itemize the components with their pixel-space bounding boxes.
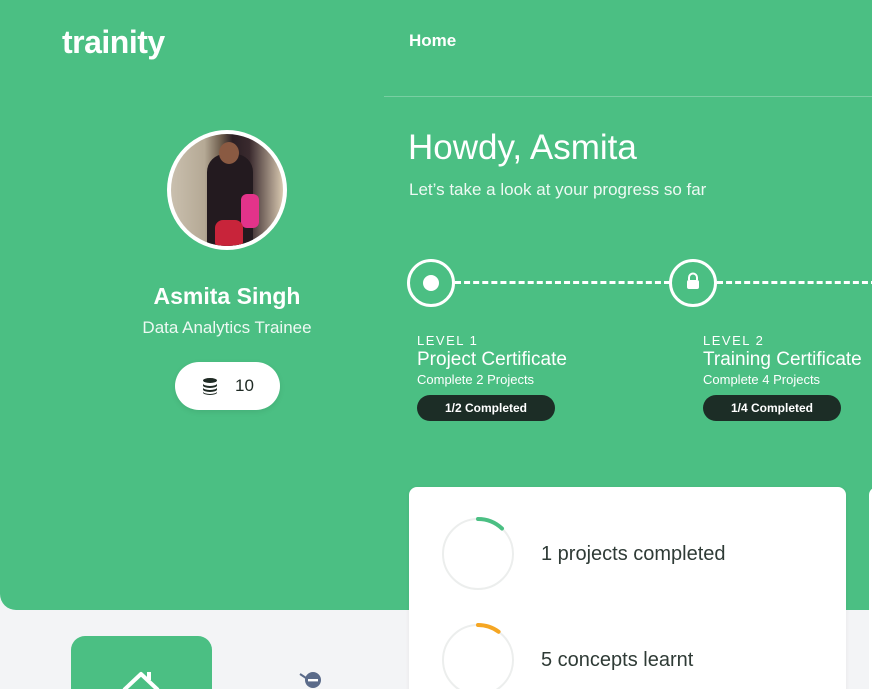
home-icon[interactable]	[121, 670, 161, 689]
nav-divider	[384, 96, 872, 97]
brand-logo[interactable]: trainity	[62, 24, 165, 61]
greeting-title: Howdy, Asmita	[408, 128, 637, 167]
level-status-badge: 1/2 Completed	[417, 395, 555, 421]
avatar-photo	[171, 134, 283, 246]
projects-progress-ring	[441, 517, 515, 591]
stat-label: 1 projects completed	[541, 542, 726, 565]
level-status-badge: 1/4 Completed	[703, 395, 841, 421]
avatar	[167, 130, 287, 250]
greeting-subtitle: Let’s take a look at your progress so fa…	[409, 180, 707, 199]
coins-badge[interactable]: 10	[175, 362, 280, 410]
stats-card: 1 projects completed 5 concepts learnt	[409, 487, 846, 689]
concepts-progress-ring	[441, 623, 515, 689]
level-1-node	[407, 259, 455, 307]
level-2-node	[669, 259, 717, 307]
level-desc: Complete 2 Projects	[417, 372, 535, 387]
progress-connector	[455, 281, 670, 284]
level-desc: Complete 4 Projects	[703, 372, 821, 387]
profile-role: Data Analytics Trainee	[142, 318, 312, 337]
coins-stack-icon	[201, 377, 219, 395]
stat-concepts: 5 concepts learnt	[441, 623, 693, 689]
target-icon[interactable]	[298, 668, 324, 689]
level-title: Project Certificate	[417, 349, 567, 370]
level-tag: LEVEL 2	[703, 333, 765, 348]
coins-count: 10	[235, 376, 254, 395]
stat-label: 5 concepts learnt	[541, 648, 694, 671]
level-tag: LEVEL 1	[417, 333, 479, 348]
lock-icon	[685, 272, 701, 295]
level-2-card: LEVEL 2 Training Certificate Complete 4 …	[703, 333, 862, 421]
profile-name: Asmita Singh	[153, 283, 301, 309]
level-title: Training Certificate	[703, 349, 862, 370]
level-1-card: LEVEL 1 Project Certificate Complete 2 P…	[417, 333, 567, 421]
stat-projects: 1 projects completed	[441, 517, 726, 591]
current-dot-icon	[423, 275, 439, 291]
nav-home-link[interactable]: Home	[409, 31, 456, 51]
progress-connector	[717, 281, 872, 284]
